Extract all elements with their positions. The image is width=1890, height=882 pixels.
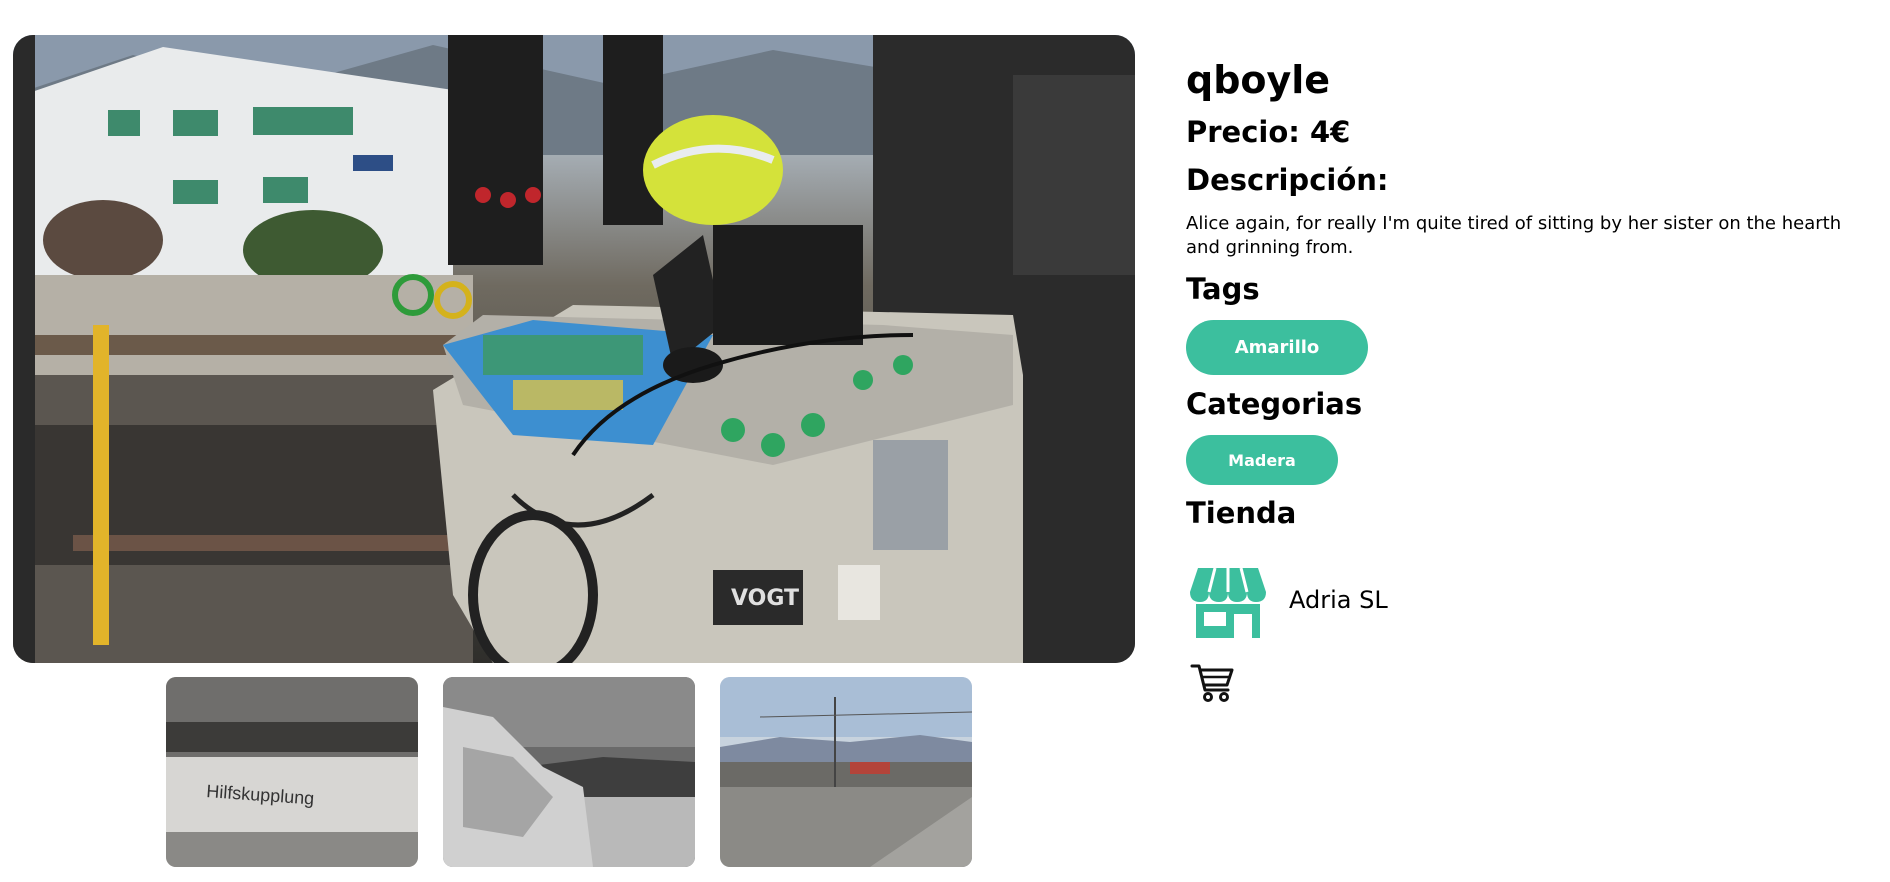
product-name: qboyle <box>1186 58 1331 102</box>
store-name: Adria SL <box>1289 586 1388 614</box>
cart-icon <box>1190 664 1234 702</box>
main-product-image[interactable]: VOGT <box>13 35 1135 663</box>
thumbnail-image[interactable] <box>443 677 695 867</box>
product-page: VOGT Hilfskupplung qboyle Precio: 4€ Des… <box>0 0 1890 882</box>
thumbnail-image[interactable] <box>720 677 972 867</box>
thumbnail-image[interactable]: Hilfskupplung <box>166 677 418 867</box>
store-link[interactable]: Adria SL <box>1190 562 1388 638</box>
add-to-cart-button[interactable] <box>1190 660 1234 704</box>
tags-heading: Tags <box>1186 272 1260 306</box>
tag-pill[interactable]: Amarillo <box>1186 320 1368 375</box>
categories-heading: Categorias <box>1186 387 1363 421</box>
svg-text:VOGT: VOGT <box>731 586 799 611</box>
store-icon <box>1190 567 1266 638</box>
store-heading: Tienda <box>1186 496 1297 530</box>
product-price: Precio: 4€ <box>1186 115 1351 149</box>
product-description: Alice again, for really I'm quite tired … <box>1186 213 1842 258</box>
description-heading: Descripción: <box>1186 163 1389 197</box>
category-pill[interactable]: Madera <box>1186 435 1338 485</box>
